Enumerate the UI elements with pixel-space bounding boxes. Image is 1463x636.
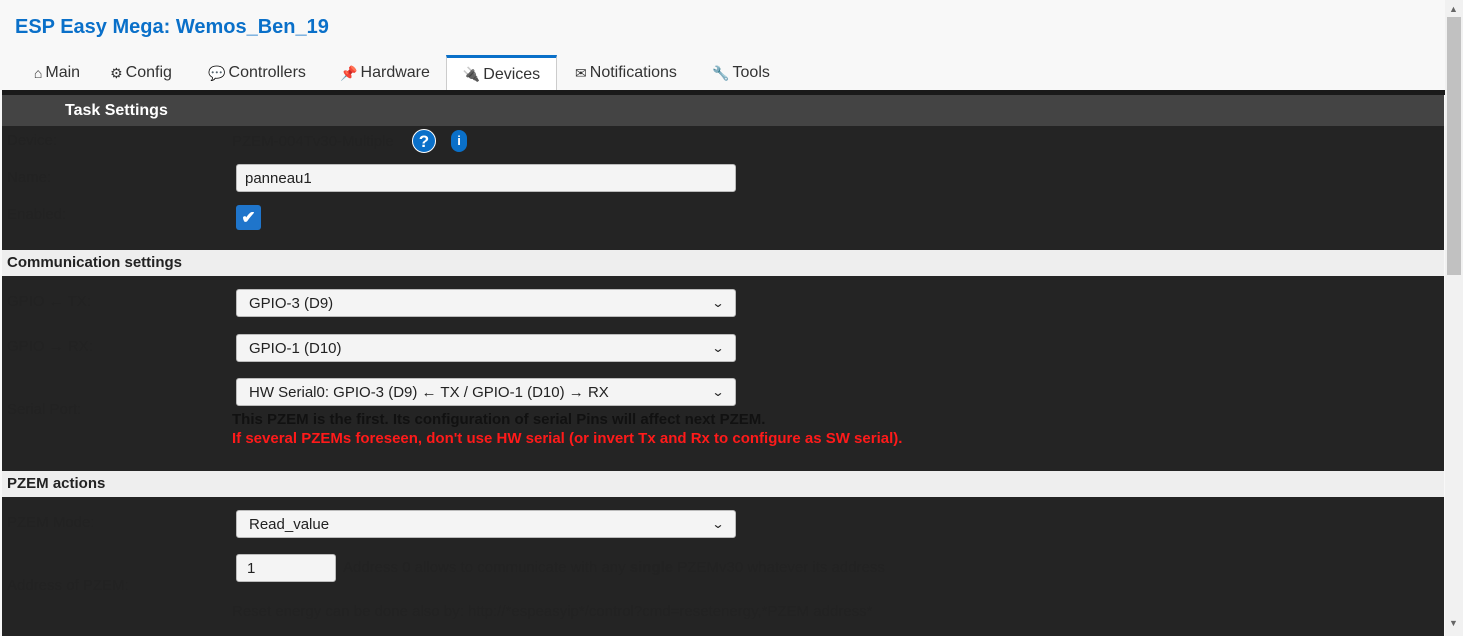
app-title: ESP Easy Mega: Wemos_Ben_19 [15, 16, 329, 38]
pzem-mode-label: PZEM Mode: [7, 514, 95, 531]
gpio-tx-value: GPIO-3 (D9) [249, 294, 334, 312]
tab-config[interactable]: ⚙ Config [98, 55, 184, 91]
info-icon[interactable]: i [451, 130, 467, 152]
device-settings-panel: Task Settings Device: PZEM-004Tv30-Multi… [2, 95, 1444, 636]
pzem-mode-select[interactable]: Read_value ⌄ [236, 510, 736, 538]
chevron-down-icon: ⌄ [711, 385, 725, 399]
chat-bubble-icon: 💬 [208, 64, 226, 81]
help-icon[interactable]: ? [412, 129, 436, 153]
pzem-actions-header: PZEM actions [2, 471, 1444, 497]
tab-hardware[interactable]: 📌 Hardware [332, 55, 438, 91]
tab-notifications[interactable]: ✉ Notifications [570, 55, 682, 91]
vertical-scrollbar[interactable]: ▲ ▼ [1445, 0, 1463, 636]
pzem-address-label: Address of PZEM: [7, 577, 129, 594]
name-input[interactable] [236, 164, 736, 192]
address-hint-bold: single [629, 559, 674, 576]
chevron-down-icon: ⌄ [711, 296, 725, 310]
tab-label: Notifications [589, 64, 677, 81]
scrollbar-thumb[interactable] [1447, 17, 1461, 275]
tab-label: Main [45, 64, 81, 81]
tab-label: Config [125, 64, 172, 81]
scroll-down-arrow-icon[interactable]: ▼ [1449, 618, 1458, 628]
tab-label: Hardware [360, 64, 430, 81]
tab-devices[interactable]: 🔌 Devices [446, 55, 557, 91]
device-value: PZEM-004Tv30-Multiple [232, 133, 394, 150]
gpio-tx-label: GPIO ← TX: [7, 293, 91, 310]
name-label: Name: [7, 169, 52, 186]
serial-port-label: Serial Port: [7, 401, 82, 418]
gpio-rx-value: GPIO-1 (D10) [249, 339, 342, 357]
home-icon: ⌂ [33, 65, 43, 81]
gpio-rx-label: GPIO → RX: [7, 338, 93, 355]
address-hint: Address 0 allows to communicate with any… [343, 559, 885, 576]
device-label: Device: [7, 132, 58, 149]
reset-energy-hint: Reset energy can be done also by: http:/… [232, 603, 873, 620]
pzem-address-input[interactable] [236, 554, 336, 582]
tab-label: Tools [732, 64, 770, 81]
address-hint-pre: Address 0 allows to communicate with any [343, 559, 630, 576]
serial-port-value: HW Serial0: GPIO-3 (D9) ← TX / GPIO-1 (D… [249, 383, 609, 401]
page-header: ESP Easy Mega: Wemos_Ben_19 ⌂ Main ⚙ Confi… [0, 0, 1445, 91]
tab-tools[interactable]: 🔧 Tools [708, 55, 774, 91]
envelope-icon: ✉ [575, 64, 587, 81]
serial-port-select[interactable]: HW Serial0: GPIO-3 (D9) ← TX / GPIO-1 (D… [236, 378, 736, 406]
pzem-mode-value: Read_value [249, 515, 330, 533]
pushpin-icon: 📌 [340, 64, 358, 81]
communication-settings-header: Communication settings [2, 250, 1444, 276]
tab-label: Devices [483, 65, 541, 83]
wrench-icon: 🔧 [712, 64, 730, 81]
enabled-label: Enabled: [7, 206, 67, 223]
chevron-down-icon: ⌄ [711, 517, 725, 531]
tab-label: Controllers [228, 64, 306, 81]
scroll-up-arrow-icon[interactable]: ▲ [1449, 4, 1458, 14]
plug-icon: 🔌 [462, 66, 481, 82]
enabled-checkbox[interactable]: ✔ [236, 205, 261, 230]
tab-controllers[interactable]: 💬 Controllers [200, 55, 314, 91]
gpio-rx-select[interactable]: GPIO-1 (D10) ⌄ [236, 334, 736, 362]
serial-pins-note: This PZEM is the first. Its configuratio… [232, 411, 766, 428]
gear-icon: ⚙ [110, 64, 123, 81]
address-hint-post: PZEMv30 whatever its address [673, 559, 885, 576]
chevron-down-icon: ⌄ [711, 341, 725, 355]
checkmark-icon: ✔ [241, 208, 256, 227]
hw-serial-warning: If several PZEMs foreseen, don't use HW … [232, 430, 903, 447]
task-settings-header: Task Settings [2, 95, 1444, 126]
gpio-tx-select[interactable]: GPIO-3 (D9) ⌄ [236, 289, 736, 317]
tab-main[interactable]: ⌂ Main [20, 55, 94, 91]
